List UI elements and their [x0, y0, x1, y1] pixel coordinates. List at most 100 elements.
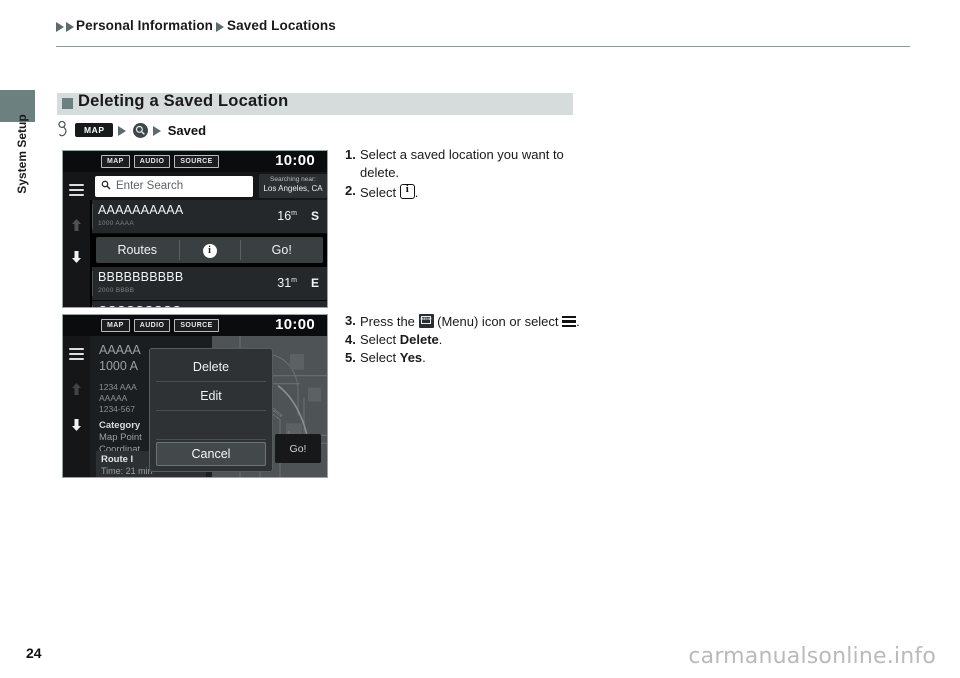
scroll-up-arrow-icon[interactable] — [70, 218, 83, 232]
search-icon — [101, 177, 111, 195]
step-4-number: 4. — [345, 332, 356, 347]
search-input-placeholder: Enter Search — [116, 180, 184, 192]
breadcrumb-separator-icon — [216, 21, 225, 32]
routes-button[interactable]: Routes — [96, 243, 179, 257]
searching-near-box[interactable]: Searching near: Los Angeles, CA — [259, 174, 327, 198]
hamburger-icon[interactable] — [69, 184, 84, 199]
modal-edit-option[interactable]: Edit — [156, 382, 266, 411]
list-item-distance: 31m — [277, 276, 297, 290]
step-3: 3. Press the (Menu) icon or select . — [345, 310, 590, 331]
hardkey-map-button[interactable]: MAP — [75, 122, 113, 138]
screen2-map-button[interactable]: MAP — [101, 319, 130, 332]
screen2-audio-button[interactable]: AUDIO — [133, 319, 171, 332]
step-4-action: Delete — [399, 332, 439, 347]
list-item-direction: S — [310, 209, 319, 223]
scroll-up-arrow-icon[interactable] — [70, 382, 83, 396]
list-item-subtext: 2000 BBBB — [98, 287, 135, 294]
screen2-left-rail — [63, 336, 90, 477]
step-3-text-mid: (Menu) icon or select — [433, 314, 563, 329]
path-arrow-icon — [152, 126, 161, 136]
step-3-number: 3. — [345, 313, 356, 328]
list-item-subtext: 1000 AAAA — [98, 220, 134, 227]
hamburger-icon — [562, 315, 577, 328]
info-icon: i — [202, 244, 217, 258]
screen1-source-button[interactable]: SOURCE — [174, 155, 219, 168]
screen2-status-bar: MAP AUDIO SOURCE 10:00 — [63, 315, 327, 336]
page-title: Deleting a Saved Location — [78, 92, 289, 110]
step-2: 2. Select . — [345, 182, 585, 202]
action-bar: Routes i Go! — [96, 237, 323, 263]
search-input[interactable]: Enter Search — [95, 175, 253, 197]
step-1-number: 1. — [345, 147, 356, 162]
detail-title: AAAAA — [99, 343, 141, 357]
detail-address: 1000 A — [99, 359, 138, 373]
step-3-text: Press the (Menu) icon or select . — [360, 310, 590, 331]
route-info-label: Route I — [101, 454, 134, 465]
section-bullet-icon — [62, 98, 73, 109]
scroll-down-arrow-icon[interactable] — [70, 418, 83, 432]
list-item-name: BBBBBBBBBB — [98, 270, 184, 284]
step-3-text-tail: . — [576, 314, 580, 329]
list-item[interactable]: BBBBBBBBBB 2000 BBBB 31m E — [92, 267, 327, 301]
list-item-direction: E — [310, 276, 319, 290]
list-item-name: CCCCCCCCC — [98, 304, 181, 307]
finger-press-icon — [58, 121, 70, 139]
searching-near-value: Los Angeles, CA — [263, 184, 323, 193]
watermark: carmanualsonline.info — [688, 644, 936, 669]
step-5-text-tail: . — [422, 350, 426, 365]
detail-category-label: Category — [99, 420, 141, 431]
info-button[interactable]: i — [180, 242, 240, 258]
step-1-text: Select a saved location you want to dele… — [360, 147, 564, 180]
instruction-steps-3-5: 3. Press the (Menu) icon or select . 4. … — [345, 310, 590, 367]
screen2-source-button[interactable]: SOURCE — [174, 319, 219, 332]
list-item-distance: 16m — [277, 209, 297, 223]
path-arrow-icon — [117, 126, 126, 136]
scroll-down-arrow-icon[interactable] — [70, 250, 83, 264]
step-5-text-lead: Select — [360, 350, 400, 365]
breadcrumb-arrow-icon — [56, 21, 64, 32]
breadcrumb-arrow-icon — [66, 21, 74, 32]
breadcrumb: Personal Information Saved Locations — [56, 18, 336, 33]
navigation-path: MAP Saved — [58, 120, 206, 140]
step-5-text: Select Yes. — [360, 349, 590, 367]
hamburger-icon[interactable] — [69, 348, 84, 363]
step-2-text: Select . — [360, 182, 585, 202]
sidebar-section-label: System Setup — [15, 114, 29, 194]
modal-delete-option[interactable]: Delete — [156, 353, 266, 382]
path-item-saved: Saved — [167, 122, 207, 138]
step-5-number: 5. — [345, 350, 356, 365]
step-2-text-tail: . — [414, 185, 419, 200]
screen1-audio-button[interactable]: AUDIO — [133, 155, 171, 168]
screen1-status-bar: MAP AUDIO SOURCE 10:00 — [63, 151, 327, 172]
go-button[interactable]: Go! — [241, 243, 324, 257]
step-2-text-lead: Select — [360, 185, 400, 200]
step-1: 1. Select a saved location you want to d… — [345, 146, 585, 182]
breadcrumb-item-saved-locations: Saved Locations — [227, 18, 336, 33]
info-icon — [399, 183, 415, 199]
list-item-name: AAAAAAAAAA — [98, 203, 184, 217]
breadcrumb-item-personal-information: Personal Information — [76, 18, 214, 33]
modal-cancel-button[interactable]: Cancel — [156, 442, 266, 466]
screen1-left-rail — [63, 172, 90, 307]
step-5: 5. Select Yes. — [345, 349, 590, 367]
list-item[interactable]: AAAAAAAAAA 1000 AAAA 16m S — [92, 200, 327, 234]
step-4: 4. Select Delete. — [345, 331, 590, 349]
step-4-text-lead: Select — [360, 332, 400, 347]
menu-icon — [418, 310, 434, 328]
step-5-action: Yes — [399, 350, 423, 365]
magnifier-icon[interactable] — [132, 122, 148, 138]
screen1-search-row: Enter Search Searching near: Los Angeles… — [90, 172, 327, 200]
step-4-text: Select Delete. — [360, 331, 590, 349]
step-2-number: 2. — [345, 183, 356, 198]
page-number: 24 — [26, 645, 42, 661]
searching-near-label: Searching near: — [270, 176, 316, 183]
route-info-value: Time: 21 min — [101, 466, 153, 476]
delete-edit-modal: Delete Edit Cancel — [149, 348, 273, 472]
screen2-clock: 10:00 — [275, 316, 315, 333]
screen1-map-button[interactable]: MAP — [101, 155, 130, 168]
screen1-clock: 10:00 — [275, 152, 315, 169]
nav-screenshot-delete-menu: Torrance Sepulveda MAP AUDIO SOURCE 10:0… — [62, 314, 328, 478]
go-button[interactable]: Go! — [275, 434, 321, 463]
list-item[interactable]: CCCCCCCCC 1346m E — [92, 301, 327, 307]
step-4-text-tail: . — [438, 332, 443, 347]
